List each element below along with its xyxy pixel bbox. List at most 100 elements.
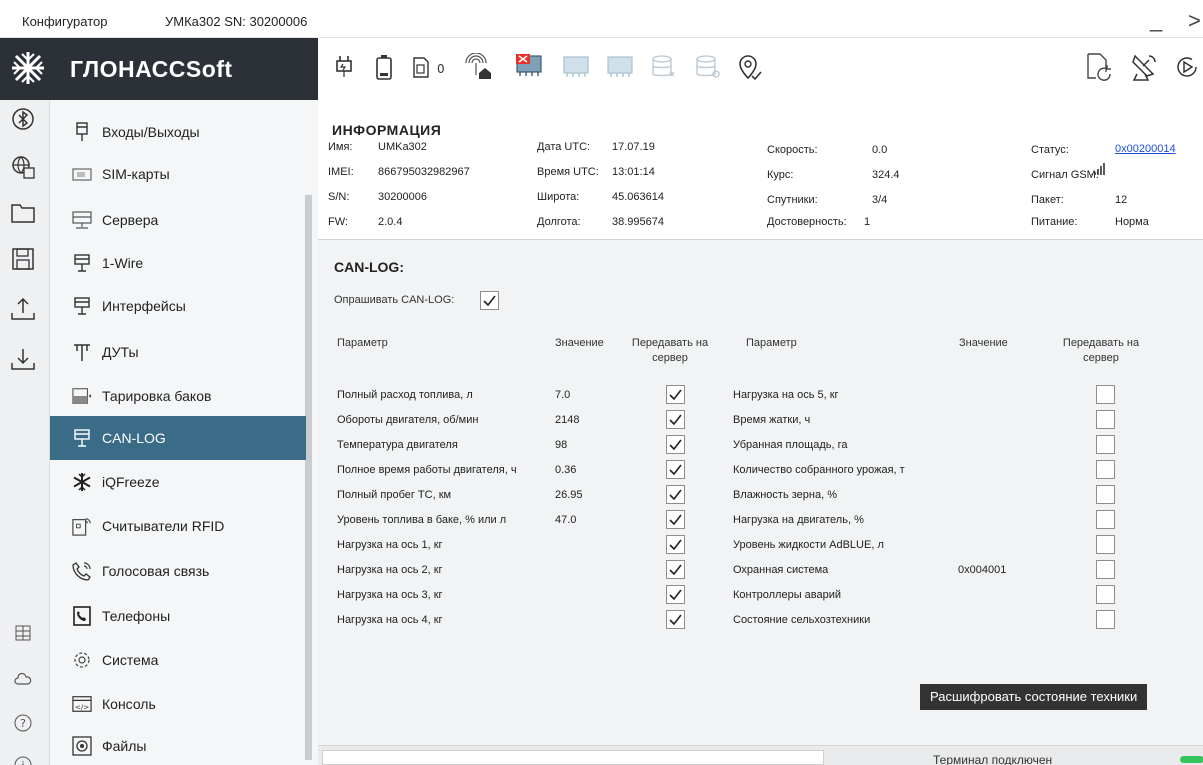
param-right: Уровень жидкости AdBLUE, л [733, 539, 884, 551]
nav-item-can-log[interactable]: CAN-LOG [50, 416, 306, 460]
help-icon[interactable]: ? [8, 708, 38, 738]
nav-item-console[interactable]: </> Консоль [50, 682, 306, 726]
send-checkbox-left[interactable] [666, 510, 685, 529]
nav-item-files[interactable]: Файлы [50, 726, 306, 765]
nav-item-io[interactable]: Входы/Выходы [50, 110, 306, 154]
nav-item-label: Голосовая связь [102, 563, 210, 579]
send-checkbox-right[interactable] [1096, 585, 1115, 604]
play-circle-icon[interactable] [1170, 50, 1203, 84]
info-label-gsm: Сигнал GSM: [1031, 169, 1099, 181]
send-checkbox-right[interactable] [1096, 385, 1115, 404]
param-left: Полное время работы двигателя, ч [337, 464, 517, 476]
header-value-right: Значение [959, 337, 1008, 349]
send-checkbox-left[interactable] [666, 535, 685, 554]
nav-item-1wire[interactable]: 1-Wire [50, 241, 306, 285]
bluetooth-icon[interactable] [8, 104, 38, 134]
param-right: Убранная площадь, га [733, 439, 848, 451]
folder-icon[interactable] [8, 198, 38, 228]
info-value-packet: 12 [1115, 194, 1128, 206]
send-checkbox-right[interactable] [1096, 535, 1115, 554]
device-title: УМКа302 SN: 30200006 [165, 14, 308, 29]
nav-item-servers[interactable]: Сервера [50, 198, 306, 242]
info-icon[interactable]: i [8, 750, 38, 765]
minimize-button[interactable]: _ [1150, 9, 1162, 31]
info-value-name: UMKa302 [378, 141, 427, 153]
chip-disabled-icon[interactable] [556, 50, 596, 84]
snowflake-icon [72, 472, 92, 492]
param-left: Нагрузка на ось 3, кг [337, 589, 443, 601]
nav-item-fuel-sensors[interactable]: ДУТы [50, 330, 306, 374]
param-right: Влажность зерна, % [733, 489, 837, 501]
value-left: 98 [555, 439, 568, 451]
nav-item-phones[interactable]: Телефоны [50, 594, 306, 638]
database-disabled-icon[interactable] [644, 50, 684, 84]
nav-item-iqfreeze[interactable]: iQFreeze [50, 460, 306, 504]
save-icon[interactable] [8, 244, 38, 274]
info-label-course: Курс: [767, 169, 794, 181]
info-value-sn: 30200006 [378, 191, 427, 203]
send-checkbox-right[interactable] [1096, 485, 1115, 504]
send-checkbox-left[interactable] [666, 435, 685, 454]
plug-icon[interactable] [328, 50, 360, 84]
phone-book-icon [72, 606, 92, 626]
send-checkbox-left[interactable] [666, 385, 685, 404]
send-checkbox-left[interactable] [666, 460, 685, 479]
send-checkbox-left[interactable] [666, 585, 685, 604]
connector-icon [72, 253, 92, 273]
info-label-power: Питание: [1031, 216, 1078, 228]
nav-item-interfaces[interactable]: Интерфейсы [50, 284, 306, 328]
send-checkbox-right[interactable] [1096, 510, 1115, 529]
nav-item-voice[interactable]: Голосовая связь [50, 549, 306, 593]
home-signal-icon[interactable] [456, 50, 496, 84]
param-right: Нагрузка на двигатель, % [733, 514, 864, 526]
header-send-right-2: сервер [1083, 352, 1119, 364]
nav-item-system[interactable]: Система [50, 638, 306, 682]
send-checkbox-right[interactable] [1096, 410, 1115, 429]
send-checkbox-left[interactable] [666, 485, 685, 504]
send-checkbox-right[interactable] [1096, 460, 1115, 479]
decode-state-tooltip: Расшифровать состояние техники [920, 684, 1148, 710]
download-icon[interactable] [8, 344, 38, 374]
param-left: Обороты двигателя, об/мин [337, 414, 479, 426]
info-label-date: Дата UTC: [537, 141, 591, 153]
value-left: 7.0 [555, 389, 571, 401]
close-button[interactable]: > [1188, 10, 1201, 32]
send-checkbox-left[interactable] [666, 610, 685, 629]
info-label-sn: S/N: [328, 191, 350, 203]
nav-item-rfid[interactable]: Считыватели RFID [50, 504, 306, 548]
status-link[interactable]: 0x00200014 [1115, 143, 1176, 155]
nav-item-sim[interactable]: SIM-карты [50, 152, 306, 196]
database-settings-disabled-icon[interactable] [688, 50, 728, 84]
nav-item-label: Считыватели RFID [102, 518, 225, 534]
send-checkbox-left[interactable] [666, 560, 685, 579]
icon-rail: ? i [0, 38, 50, 765]
chip-disabled-icon[interactable] [600, 50, 640, 84]
header-param-right: Параметр [746, 337, 797, 349]
satellite-dish-icon[interactable] [1126, 50, 1162, 84]
sidebar-scrollbar[interactable] [305, 195, 312, 760]
param-right: Контроллеры аварий [733, 589, 842, 601]
refresh-doc-icon[interactable] [1080, 50, 1116, 84]
poll-can-log-checkbox[interactable] [480, 291, 499, 310]
svg-text:</>: </> [75, 702, 90, 711]
grid-icon[interactable] [8, 618, 38, 648]
cloud-icon[interactable] [8, 664, 38, 694]
param-left: Уровень топлива в баке, % или л [337, 514, 507, 526]
chip-error-icon[interactable] [510, 50, 550, 84]
send-checkbox-left[interactable] [666, 410, 685, 429]
location-check-icon[interactable] [730, 50, 770, 84]
globe-settings-icon[interactable] [8, 152, 38, 182]
param-right: Состояние сельхозтехники [733, 614, 871, 626]
send-checkbox-right[interactable] [1096, 435, 1115, 454]
sim-zero-icon[interactable]: 0 [410, 50, 450, 84]
upload-icon[interactable] [8, 294, 38, 324]
nav-item-tank-calibration[interactable]: Тарировка баков [50, 374, 306, 418]
value-left: 2148 [555, 414, 580, 426]
send-checkbox-right[interactable] [1096, 560, 1115, 579]
info-value-validity: 1 [864, 216, 871, 228]
battery-icon[interactable] [368, 50, 400, 84]
send-checkbox-right[interactable] [1096, 610, 1115, 629]
param-right: Охранная система [733, 564, 829, 576]
connection-status: Терминал подключен [933, 753, 1053, 765]
nav-item-label: Система [102, 652, 159, 668]
